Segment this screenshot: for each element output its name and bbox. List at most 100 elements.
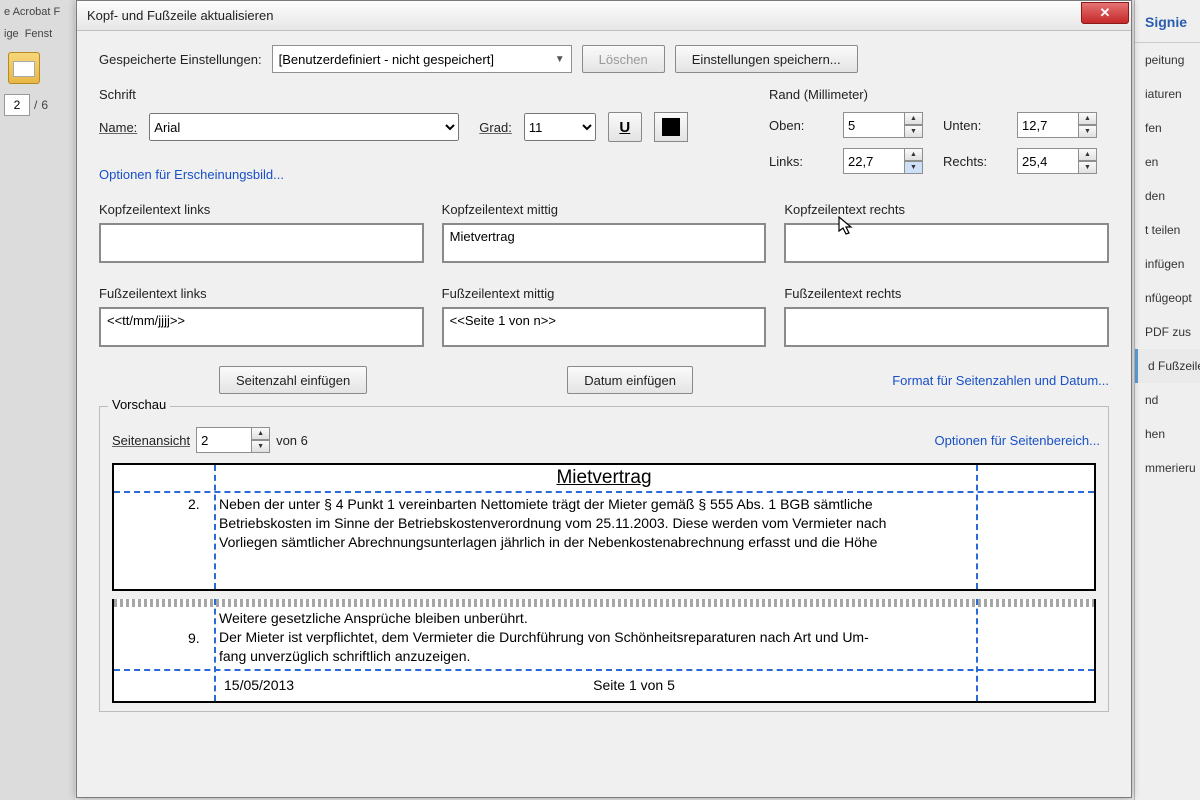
doc-item-number: 2. — [188, 495, 200, 514]
page-view-of: von 6 — [276, 433, 308, 448]
margin-right-label: Rechts: — [943, 154, 1003, 169]
doc-line: Der Mieter ist verpflichtet, dem Vermiet… — [219, 628, 1074, 647]
footer-left-input[interactable] — [99, 307, 424, 347]
doc-line: Neben der unter § 4 Punkt 1 vereinbarten… — [219, 495, 1074, 514]
margin-right-input[interactable] — [1017, 148, 1079, 174]
close-button[interactable]: ✕ — [1081, 2, 1129, 24]
margin-top-label: Oben: — [769, 118, 829, 133]
spin-up-icon[interactable]: ▲ — [252, 427, 270, 440]
panel-item[interactable]: nd — [1135, 383, 1200, 417]
sign-panel-tab[interactable]: Signie — [1135, 0, 1200, 43]
header-footer-dialog: Kopf- und Fußzeile aktualisieren ✕ Gespe… — [76, 0, 1132, 798]
saved-settings-value: [Benutzerdefiniert - nicht gespeichert] — [279, 52, 494, 67]
menu-item[interactable]: ige — [4, 28, 19, 40]
panel-item[interactable]: t teilen — [1135, 213, 1200, 247]
save-settings-button[interactable]: Einstellungen speichern... — [675, 45, 858, 73]
page-range-options-link[interactable]: Optionen für Seitenbereich... — [935, 433, 1101, 448]
saved-settings-dropdown[interactable]: [Benutzerdefiniert - nicht gespeichert] … — [272, 45, 572, 73]
preview-header-page: Mietvertrag 2. Neben der unter § 4 Punkt… — [112, 463, 1096, 591]
header-right-label: Kopfzeilentext rechts — [784, 202, 1109, 217]
footer-center-input[interactable] — [442, 307, 767, 347]
panel-item[interactable]: en — [1135, 145, 1200, 179]
saved-settings-label: Gespeicherte Einstellungen: — [99, 52, 262, 67]
page-sep: / — [34, 98, 37, 112]
margin-top-spinner[interactable]: ▲▼ — [843, 112, 929, 138]
header-right-input[interactable] — [784, 223, 1109, 263]
header-center-input[interactable] — [442, 223, 767, 263]
underline-button[interactable]: U — [608, 112, 642, 142]
doc-footer-page: Seite 1 von 5 — [593, 676, 675, 695]
page-view-spinner[interactable]: ▲▼ — [196, 427, 270, 453]
page-date-format-link[interactable]: Format für Seitenzahlen und Datum... — [892, 373, 1109, 388]
spin-up-icon[interactable]: ▲ — [905, 148, 923, 161]
margin-left-spinner[interactable]: ▲▼ — [843, 148, 929, 174]
doc-line: fang unverzüglich schriftlich anzuzeigen… — [219, 647, 1074, 666]
page-navigator: / 6 — [0, 94, 75, 116]
spin-down-icon[interactable]: ▼ — [252, 440, 270, 453]
footer-right-label: Fußzeilentext rechts — [784, 286, 1109, 301]
doc-item-number: 9. — [188, 629, 200, 648]
app-title-fragment: e Acrobat F — [0, 0, 75, 24]
page-break-decoration — [114, 599, 1094, 607]
font-color-button[interactable] — [654, 112, 688, 142]
header-left-input[interactable] — [99, 223, 424, 263]
margin-bottom-label: Unten: — [943, 118, 1003, 133]
page-view-input[interactable] — [196, 427, 252, 453]
open-file-icon[interactable] — [8, 52, 40, 84]
menu-item[interactable]: Fenst — [25, 28, 53, 40]
spin-up-icon[interactable]: ▲ — [1079, 112, 1097, 125]
panel-item[interactable]: fen — [1135, 111, 1200, 145]
background-app: e Acrobat F ige Fenst / 6 — [0, 0, 75, 800]
spin-down-icon[interactable]: ▼ — [905, 161, 923, 174]
panel-item[interactable]: den — [1135, 179, 1200, 213]
page-view-label: Seitenansicht — [112, 433, 190, 448]
panel-item[interactable]: infügen — [1135, 247, 1200, 281]
color-swatch-icon — [662, 118, 680, 136]
right-tools-panel: Signie peitung iaturen fen en den t teil… — [1134, 0, 1200, 800]
margin-right-spinner[interactable]: ▲▼ — [1017, 148, 1103, 174]
preview-group: Vorschau Seitenansicht ▲▼ von 6 Optionen… — [99, 406, 1109, 712]
font-name-select[interactable]: Arial — [149, 113, 459, 141]
margin-top-input[interactable] — [843, 112, 905, 138]
appearance-options-link[interactable]: Optionen für Erscheinungsbild... — [99, 167, 284, 182]
footer-right-input[interactable] — [784, 307, 1109, 347]
header-center-label: Kopfzeilentext mittig — [442, 202, 767, 217]
spin-down-icon[interactable]: ▼ — [1079, 125, 1097, 138]
panel-item[interactable]: mmerieru — [1135, 451, 1200, 485]
page-total: 6 — [41, 98, 48, 112]
preview-label: Vorschau — [108, 397, 170, 412]
panel-item[interactable]: hen — [1135, 417, 1200, 451]
margin-left-label: Links: — [769, 154, 829, 169]
font-name-label: Name: — [99, 120, 137, 135]
header-left-label: Kopfzeilentext links — [99, 202, 424, 217]
margin-left-input[interactable] — [843, 148, 905, 174]
margin-bottom-spinner[interactable]: ▲▼ — [1017, 112, 1103, 138]
dialog-title: Kopf- und Fußzeile aktualisieren — [87, 8, 273, 23]
spin-up-icon[interactable]: ▲ — [1079, 148, 1097, 161]
doc-footer-date: 15/05/2013 — [224, 676, 294, 695]
insert-date-button[interactable]: Datum einfügen — [567, 366, 693, 394]
panel-item[interactable]: nfügeopt — [1135, 281, 1200, 315]
footer-center-label: Fußzeilentext mittig — [442, 286, 767, 301]
doc-line: Weitere gesetzliche Ansprüche bleiben un… — [219, 609, 1074, 628]
panel-item[interactable]: PDF zus — [1135, 315, 1200, 349]
dialog-titlebar: Kopf- und Fußzeile aktualisieren ✕ — [77, 1, 1131, 31]
spin-up-icon[interactable]: ▲ — [905, 112, 923, 125]
panel-item[interactable]: iaturen — [1135, 77, 1200, 111]
font-size-select[interactable]: 11 — [524, 113, 596, 141]
doc-line: Betriebskosten im Sinne der Betriebskost… — [219, 514, 1074, 533]
preview-footer-page: Weitere gesetzliche Ansprüche bleiben un… — [112, 599, 1096, 703]
delete-button[interactable]: Löschen — [582, 45, 665, 73]
margin-bottom-input[interactable] — [1017, 112, 1079, 138]
footer-left-label: Fußzeilentext links — [99, 286, 424, 301]
doc-line: Vorliegen sämtlicher Abrechnungsunterlag… — [219, 533, 1074, 552]
insert-page-number-button[interactable]: Seitenzahl einfügen — [219, 366, 367, 394]
spin-down-icon[interactable]: ▼ — [1079, 161, 1097, 174]
spin-down-icon[interactable]: ▼ — [905, 125, 923, 138]
font-size-label: Grad: — [479, 120, 512, 135]
panel-item[interactable]: peitung — [1135, 43, 1200, 77]
doc-header-title: Mietvertrag — [114, 465, 1094, 489]
margin-group-label: Rand (Millimeter) — [769, 87, 1109, 102]
page-current-input[interactable] — [4, 94, 30, 116]
panel-item-header-footer[interactable]: d Fußzeile — [1135, 349, 1200, 383]
